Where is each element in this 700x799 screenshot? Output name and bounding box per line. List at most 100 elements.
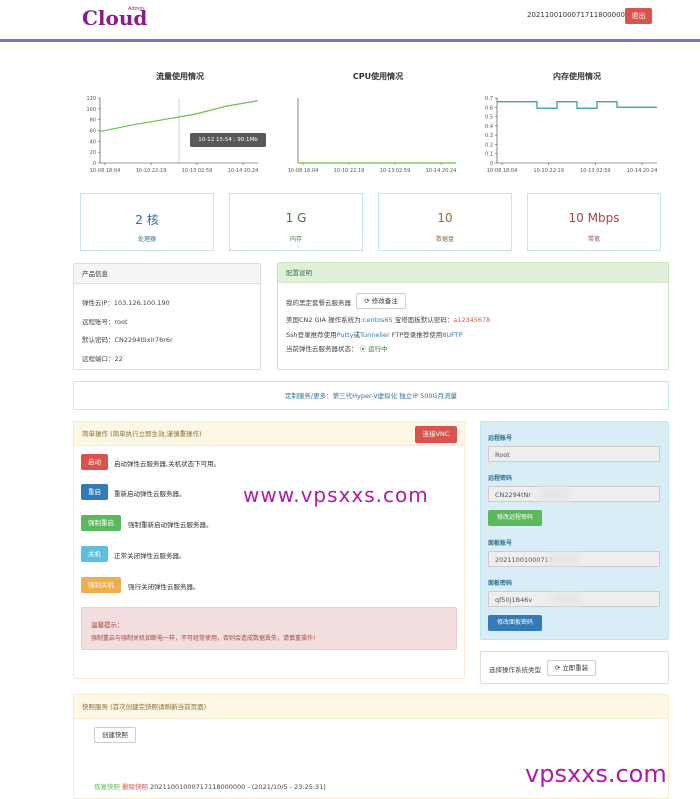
memory-stat-label: 内存 (289, 236, 302, 243)
restart-desc: 重新启动弹性云服务器。 (114, 490, 186, 498)
config-line3a: Ssh登录推荐使用 (286, 331, 337, 339)
disk-stat-value: 10 (437, 211, 453, 225)
cpu-chart-title: CPU使用情况 (352, 72, 404, 81)
y-tick-label: 20 (90, 150, 96, 156)
cpu-stat: 2 核 处理器 (80, 193, 214, 251)
snapshot-title: 快照服务 (首次创建完快照请刷新当前页面) (74, 695, 668, 719)
blur-mask (540, 487, 570, 501)
bandwidth-stat-value: 10 Mbps (568, 211, 620, 225)
config-line1: 我的黑定套餐云服务器 (286, 299, 351, 307)
series-line (497, 101, 657, 109)
shutdown-button[interactable]: 关机 (81, 546, 108, 562)
config-status: 当前弹性云服务器状态： ⦿ 运行中 (286, 343, 388, 353)
cpu-chart: 10-08 18:04 10-10 22:19 10-13 02:59 10-14 2… (288, 98, 457, 174)
reinstall-button-label: 立即重装 (562, 664, 589, 672)
traffic-chart-title: 流量使用情况 (156, 72, 204, 81)
user-id: 20211001000717118000000 (527, 11, 630, 19)
x-tick-label: 10-10 22:19 (136, 168, 167, 174)
custom-service-bar: 定制服务/更多：第三代Hyper-V虚拟化 独立IP 500G月流量 (73, 381, 669, 410)
restore-snapshot-link[interactable]: 恢复快照 (94, 783, 120, 791)
force-restart-desc: 强制重新启动弹性云服务器。 (128, 521, 213, 529)
warning-box: 温馨提示： 强制重启与强制关机如断电一样，不可经常使用，否则会造成数据丢失，请慎… (81, 607, 457, 650)
panel-account-label: 面板账号 (488, 540, 513, 547)
edit-icon: ⟳ (364, 297, 372, 305)
x-tick-label: 10-14 20:24 (228, 168, 259, 174)
y-tick-label: 0 (490, 161, 493, 167)
start-button[interactable]: 启动 (81, 454, 108, 470)
create-snapshot-button[interactable]: 创建快照 (94, 727, 136, 743)
memory-stat-value: 1 G (285, 211, 307, 225)
panel-default-pwd: a12345678 (453, 316, 491, 324)
putty-link[interactable]: Putty (337, 331, 354, 339)
x-tick-label: 10-08 18:04 (90, 168, 121, 174)
cpu-stat-value: 2 核 (135, 213, 159, 227)
x-tick-label: 10-14 20:24 (426, 168, 457, 174)
y-tick-label: 0 (93, 161, 96, 167)
product-info-title: 产品信息 (74, 264, 260, 284)
y-tick-label: 0.7 (485, 96, 493, 102)
edit-note-label: 修改备注 (371, 297, 398, 305)
shutdown-desc: 正常关闭弹性云服务器。 (114, 552, 186, 560)
reinstall-label: 选择操作系统类型 (489, 666, 541, 674)
memory-chart-title: 内存使用情况 (553, 72, 601, 81)
y-tick-label: 0.4 (485, 124, 493, 130)
blur-mask (552, 592, 582, 606)
reinstall-panel: 选择操作系统类型 ⟳ 立即重装 (480, 651, 669, 684)
warning-title: 温馨提示： (91, 621, 124, 629)
logout-button[interactable]: 退出 (625, 8, 652, 24)
warning-text: 强制重启与强制关机如断电一样，不可经常使用，否则会造成数据丢失，请慎重操作! (91, 635, 316, 642)
logo-sup: Admin (128, 6, 144, 12)
y-tick-label: 60 (90, 129, 96, 135)
snapshot-entry: 恢复快照 删除快照 20211001000717118000000 - (202… (94, 781, 326, 791)
force-shutdown-button[interactable]: 强制关机 (81, 577, 121, 593)
force-restart-button[interactable]: 强制重启 (81, 515, 121, 531)
x-tick-label: 10-10 22:19 (334, 168, 365, 174)
x-tick-label: 10-10 22:19 (533, 168, 564, 174)
vnc-button[interactable]: 连接VNC (415, 426, 457, 443)
bandwidth-stat-label: 带宽 (587, 236, 600, 243)
remote-account-label: 远程账号 (488, 435, 513, 442)
remote-account-field[interactable]: Root (488, 446, 660, 462)
status-label: 当前弹性云服务器状态： (286, 345, 358, 353)
disk-stat: 10 数据盘 (378, 193, 512, 251)
status-icon: ⦿ (359, 345, 367, 353)
config-line3: Ssh登录推荐使用Putty或Tunnelier FTP登录推荐使用8UFTP (286, 329, 463, 339)
traffic-tooltip: 10-12 15:54 : 90.1Mb (190, 133, 266, 147)
x-tick-label: 10-08 18:04 (288, 168, 319, 174)
status-value: 运行中 (368, 345, 388, 353)
delete-snapshot-link[interactable]: 删除快照 (122, 783, 148, 791)
memory-stat: 1 G 内存 (229, 193, 363, 251)
y-tick-label: 40 (90, 139, 96, 145)
ops-title: 简单操作 (简单执行立即生效,谨慎重操作) (74, 422, 464, 446)
watermark-center: www.vpsxxs.com (243, 483, 429, 507)
y-tick-label: 100 (86, 107, 96, 113)
remote-pwd-field[interactable]: CN2294tNr (488, 486, 660, 502)
change-panel-pwd-button[interactable]: 修改面板密码 (488, 615, 542, 631)
product-port: 远程端口：22 (82, 355, 123, 363)
product-password: 默认密码：CN2294tlixir76r6r (82, 336, 173, 344)
change-remote-pwd-button[interactable]: 修改远程密码 (488, 510, 542, 526)
x-tick-label: 10-13 02:59 (380, 168, 411, 174)
bandwidth-stat: 10 Mbps 带宽 (527, 193, 661, 251)
snapshot-entry-text: 20211001000717118000000 - (2021/10/5 - 2… (150, 783, 326, 791)
memory-chart: 0 0.1 0.2 0.3 0.4 0.5 0.6 0.7 10-08 18:04 10-10 2… (485, 96, 657, 174)
start-desc: 启动弹性云服务器,关机状态下可用。 (114, 460, 221, 468)
edit-note-button[interactable]: ⟳ 修改备注 (356, 293, 406, 309)
restart-button[interactable]: 重启 (81, 484, 108, 500)
force-shutdown-desc: 强行关闭弹性云服务器。 (128, 583, 200, 591)
cpu-stat-label: 处理器 (137, 236, 156, 243)
panel-pwd-label: 面板密码 (488, 580, 513, 587)
x-tick-label: 10-13 02:59 (580, 168, 611, 174)
y-tick-label: 0.3 (485, 133, 493, 139)
charts-svg: 02040608010012010-08 18:04 10-10 22:19 10-… (86, 96, 657, 174)
disk-stat-label: 数据盘 (435, 236, 454, 243)
remote-pwd-label: 远程密码 (488, 475, 513, 482)
config-title: 配置说明 (278, 263, 668, 283)
config-panel: 配置说明 我的黑定套餐云服务器 ⟳ 修改备注 美国CN2 GIA 操作系统为:c… (277, 262, 669, 370)
y-tick-label: 120 (86, 96, 96, 102)
blur-mask (548, 552, 580, 566)
tunnelier-link[interactable]: Tunnelier (360, 331, 390, 339)
ftp-link[interactable]: 8UFTP (442, 331, 462, 339)
reinstall-button[interactable]: ⟳ 立即重装 (547, 660, 596, 676)
x-tick-label: 10-14 20:24 (627, 168, 658, 174)
